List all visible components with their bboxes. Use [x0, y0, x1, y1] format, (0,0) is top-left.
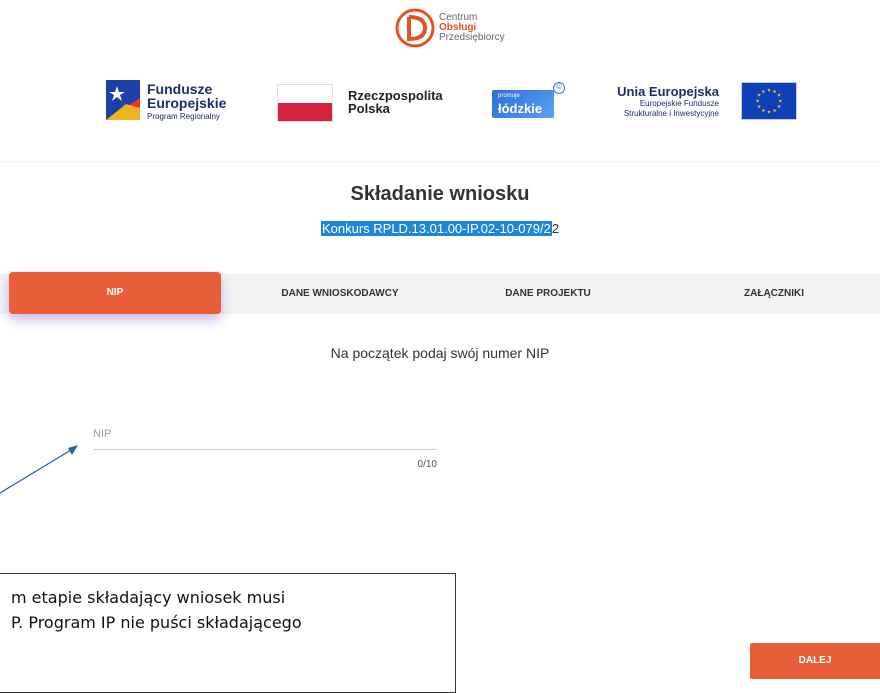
ue-line3: Strukturalne i Inwestycyjne	[623, 109, 719, 118]
tab-nip[interactable]: NIP	[9, 272, 221, 314]
svg-text:★: ★	[756, 98, 760, 104]
lodzkie-logo: promuje łódzkie ©	[492, 82, 565, 124]
svg-text:★: ★	[777, 93, 781, 99]
header-divider	[0, 161, 880, 162]
svg-text:★: ★	[761, 108, 765, 114]
lodzkie-badge: promuje łódzkie	[492, 90, 554, 118]
fe-line2: Europejskie	[147, 95, 227, 111]
fe-line1: Fundusze	[147, 81, 213, 97]
svg-text:★: ★	[777, 104, 781, 110]
fe-line3: Program Regionalny	[147, 112, 220, 121]
unia-europejska-logo: Unia Europejska Europejskie Fundusze Str…	[585, 82, 797, 132]
next-button[interactable]: DALEJ	[750, 643, 880, 679]
page-title: Składanie wniosku	[350, 183, 530, 205]
nip-input-underline	[93, 449, 437, 450]
nip-input[interactable]	[93, 430, 437, 448]
rp-line2: Polska	[348, 101, 390, 116]
cop-logo-icon	[395, 8, 435, 48]
tab-dane-wnioskodawcy[interactable]: DANE WNIOSKODAWCY	[235, 274, 445, 314]
annotation-callout: m etapie składający wniosek musi P. Prog…	[0, 573, 456, 693]
copyright-icon: ©	[553, 82, 565, 94]
subtitle-selected-text[interactable]: Konkurs RPLD.13.01.00-IP.02-10-079/2	[320, 221, 552, 236]
svg-text:★: ★	[773, 108, 777, 114]
lodzkie-small-text: promuje	[498, 93, 520, 99]
centrum-obslugi-logo: Centrum Obsługi Przedsiębiorcy	[395, 8, 525, 52]
svg-text:★: ★	[767, 109, 771, 115]
contest-subtitle: Konkurs RPLD.13.01.00-IP.02-10-079/22	[0, 221, 880, 236]
nip-char-counter: 0/10	[417, 459, 437, 470]
subtitle-rest-text[interactable]: 2	[552, 221, 559, 236]
tab-dane-projektu[interactable]: DANE PROJEKTU	[443, 274, 653, 314]
fundusze-europejskie-logo: Fundusze Europejskie Program Regionalny	[106, 80, 246, 130]
eu-flag-icon: ★ ★ ★ ★ ★ ★ ★ ★ ★ ★ ★ ★	[741, 82, 797, 120]
nip-prompt: Na początek podaj swój numer NIP	[330, 345, 550, 361]
tab-zalaczniki[interactable]: ZAŁĄCZNIKI	[668, 274, 880, 314]
cop-line3: Przedsiębiorcy	[439, 32, 505, 43]
callout-line2: P. Program IP nie puści składającego	[11, 613, 302, 632]
poland-flag-icon	[277, 84, 333, 122]
callout-line1: m etapie składający wniosek musi	[11, 588, 286, 607]
svg-text:★: ★	[778, 98, 782, 104]
fundusze-star-icon	[106, 80, 140, 120]
rzeczpospolita-polska-logo: Rzeczpospolita Polska	[277, 84, 477, 126]
svg-text:★: ★	[761, 89, 765, 95]
lodzkie-big-text: łódzkie	[498, 101, 543, 116]
svg-text:★: ★	[767, 88, 771, 94]
svg-text:★: ★	[757, 104, 761, 110]
ue-line1: Unia Europejska	[617, 84, 719, 99]
steps-tab-bar: DANE PROJEKTU DANE WNIOSKODAWCY ZAŁĄCZNI…	[0, 272, 880, 314]
annotation-arrow-icon	[0, 445, 78, 494]
ue-line2: Europejskie Fundusze	[639, 99, 719, 108]
